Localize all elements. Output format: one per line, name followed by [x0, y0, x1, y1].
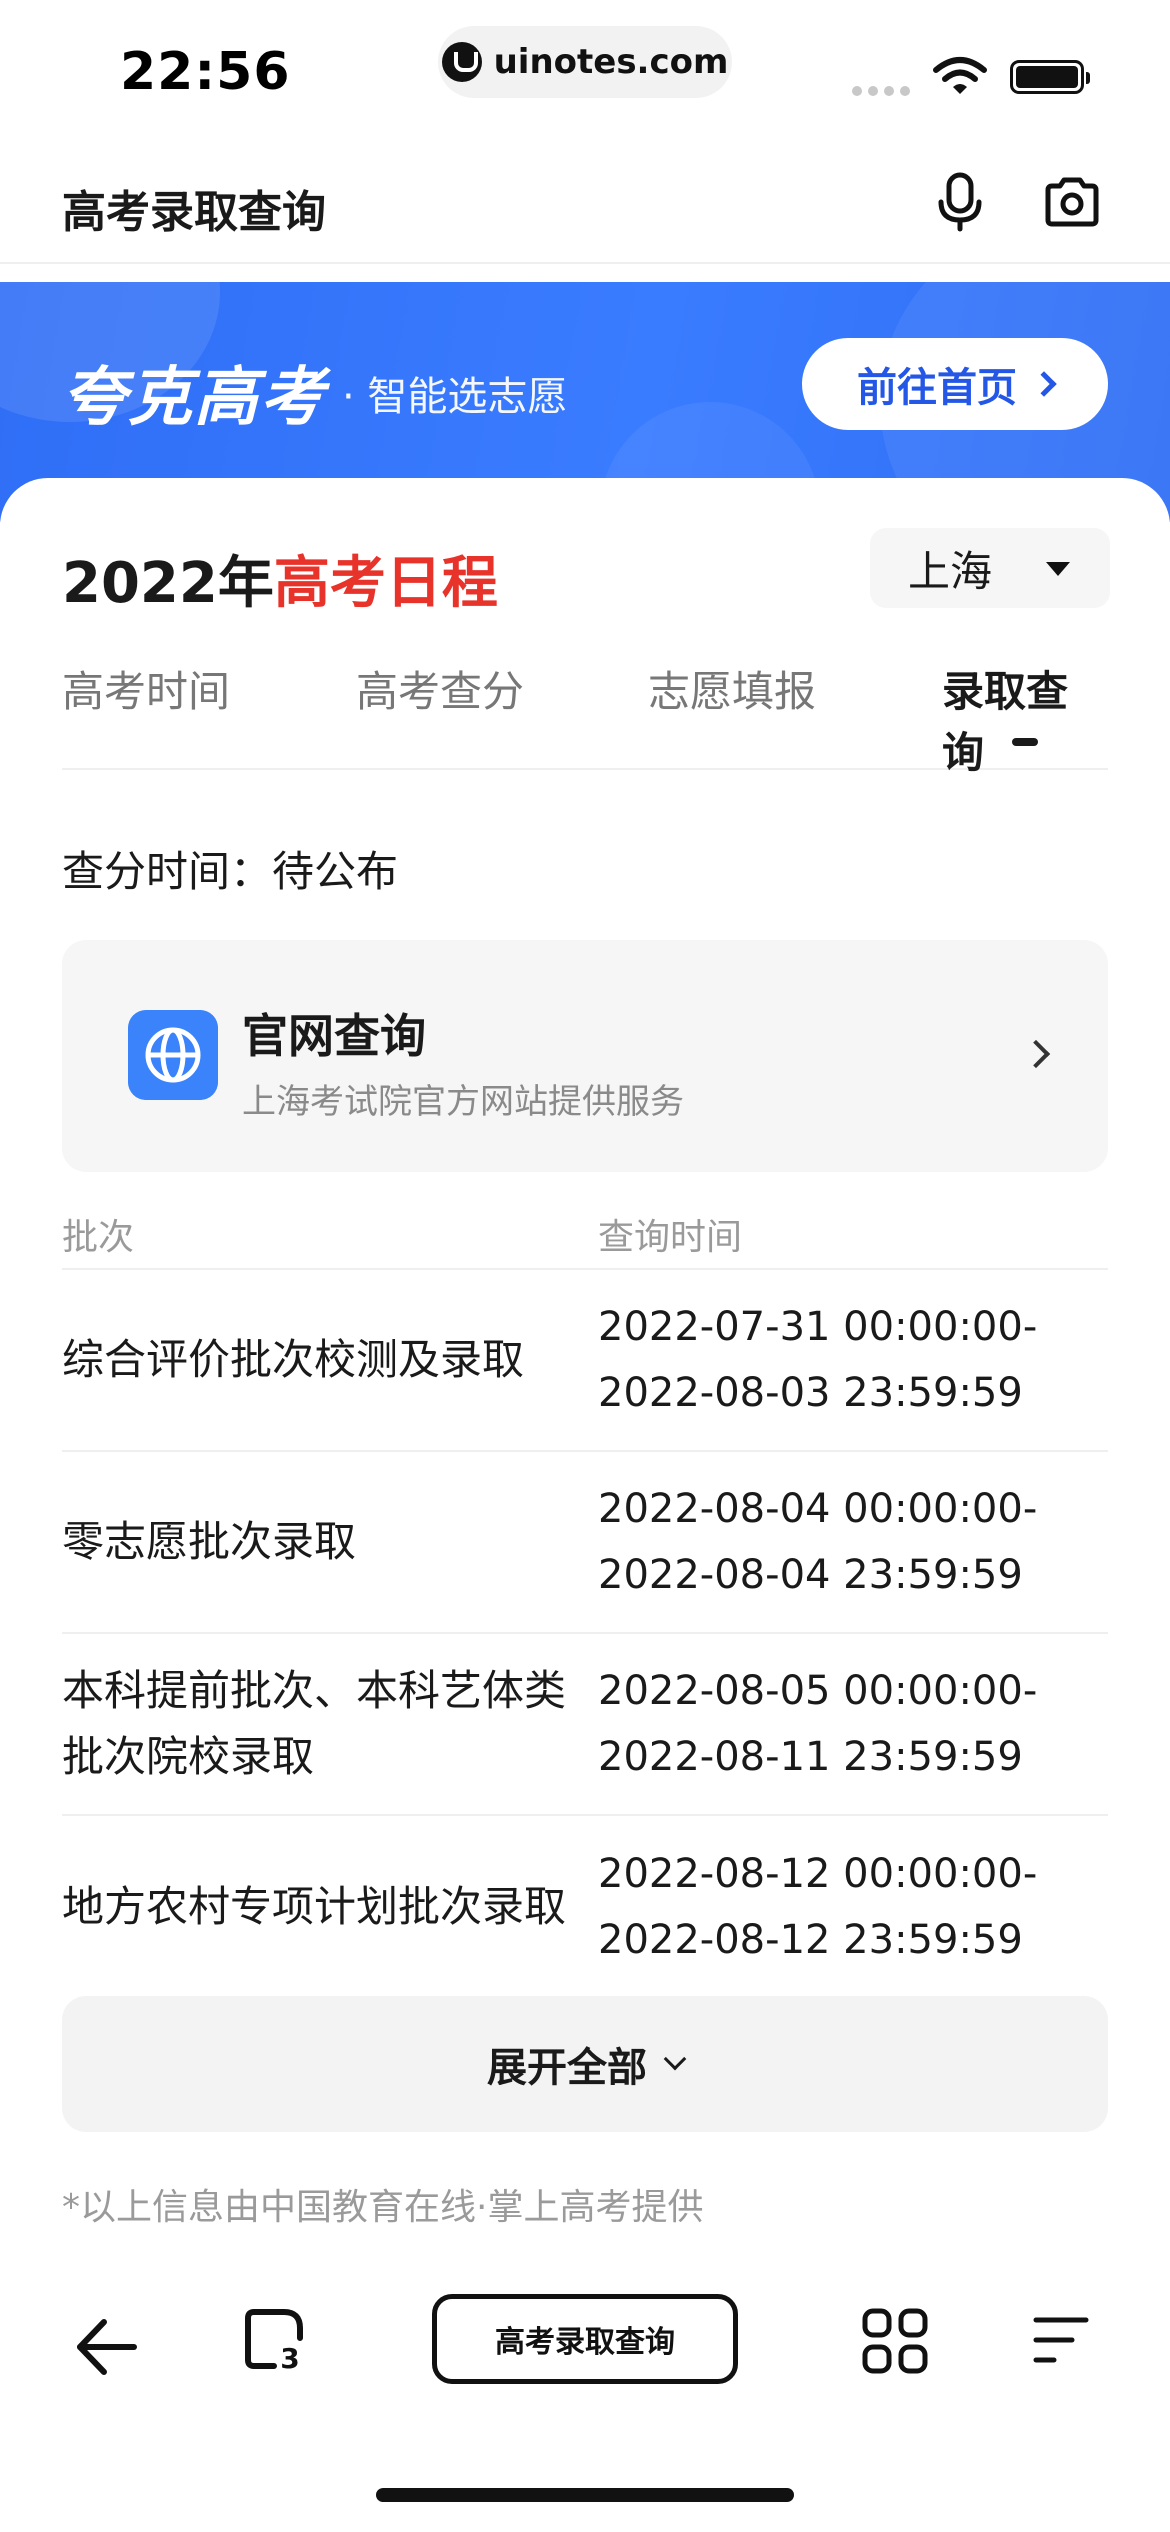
- time-start: 2022-08-04 00:00:00-: [598, 1486, 1038, 1532]
- table-header: 批次 查询时间: [62, 1178, 1108, 1270]
- cellular-signal-icon: [852, 86, 910, 96]
- chevron-right-icon: [1021, 1039, 1051, 1069]
- batch-name: 零志愿批次录取: [62, 1517, 357, 1566]
- wifi-icon: [933, 57, 987, 94]
- expand-all-label: 展开全部: [487, 2045, 647, 2091]
- time-start: 2022-07-31 00:00:00-: [598, 1304, 1038, 1350]
- batch-name: 本科提前批次、本科艺体类批次院校录取: [62, 1666, 567, 1781]
- globe-icon: [128, 1010, 218, 1100]
- schedule-card: 2022年高考日程 上海 高考时间 高考查分 志愿填报 录取查询 查分时间：待公…: [0, 478, 1170, 2258]
- url-text: uinotes.com: [493, 42, 729, 82]
- banner-title: 夸克高考: [62, 361, 326, 435]
- tab-count: 3: [280, 2342, 299, 2372]
- query-time: 2022-07-31 00:00:00- 2022-08-03 23:59:59: [598, 1294, 1108, 1426]
- browser-toolbar: 3 高考录取查询: [0, 2258, 1170, 2532]
- schedule-highlight: 高考日程: [273, 551, 498, 616]
- schedule-tabs: 高考时间 高考查分 志愿填报 录取查询: [62, 658, 1108, 777]
- status-bar: 22:56 uinotes.com: [0, 0, 1170, 140]
- official-query-subtitle: 上海考试院官方网站提供服务: [242, 1082, 684, 1122]
- current-page-label: 高考录取查询: [495, 2325, 675, 2360]
- region-label: 上海: [908, 546, 993, 596]
- batch-name: 地方农村专项计划批次录取: [62, 1882, 567, 1931]
- time-end: 2022-08-04 23:59:59: [598, 1552, 1023, 1598]
- apps-grid-icon[interactable]: [862, 2308, 928, 2374]
- time-start: 2022-08-12 00:00:00-: [598, 1851, 1038, 1897]
- chevron-right-icon: [1031, 371, 1057, 397]
- active-tab-indicator: [1012, 738, 1038, 746]
- header-batch: 批次: [62, 1217, 135, 1258]
- table-row: 本科提前批次、本科艺体类批次院校录取 2022-08-05 00:00:00- 2…: [62, 1634, 1108, 1816]
- score-time-text: 查分时间：待公布: [62, 847, 399, 896]
- expand-all-button[interactable]: 展开全部: [62, 1996, 1108, 2132]
- browser-header: 高考录取查询: [0, 140, 1170, 264]
- query-time: 2022-08-05 00:00:00- 2022-08-11 23:59:59: [598, 1658, 1108, 1790]
- table-row: 综合评价批次校测及录取 2022-07-31 00:00:00- 2022-08-…: [62, 1270, 1108, 1452]
- region-select[interactable]: 上海: [870, 528, 1110, 608]
- time-end: 2022-08-12 23:59:59: [598, 1917, 1023, 1963]
- battery-icon: [1010, 60, 1090, 94]
- go-home-button[interactable]: 前往首页: [802, 338, 1108, 430]
- chevron-down-icon: [663, 2047, 687, 2071]
- time-start: 2022-08-05 00:00:00-: [598, 1668, 1038, 1714]
- tab-score-query[interactable]: 高考查分: [356, 658, 524, 719]
- query-time: 2022-08-12 00:00:00- 2022-08-12 23:59:59: [598, 1841, 1108, 1973]
- tab-gaokao-time[interactable]: 高考时间: [62, 658, 230, 719]
- official-query-title: 官网查询: [242, 1009, 426, 1063]
- banner-subtitle: · 智能选志愿: [342, 374, 568, 420]
- caret-down-icon: [1046, 562, 1070, 576]
- query-time: 2022-08-04 00:00:00- 2022-08-04 23:59:59: [598, 1476, 1108, 1608]
- admission-table: 批次 查询时间 综合评价批次校测及录取 2022-07-31 00:00:00-…: [62, 1178, 1108, 1998]
- time-end: 2022-08-11 23:59:59: [598, 1734, 1023, 1780]
- site-logo-icon: [441, 42, 482, 82]
- time-end: 2022-08-03 23:59:59: [598, 1370, 1023, 1416]
- status-time: 22:56: [120, 42, 291, 102]
- menu-icon[interactable]: [1030, 2312, 1092, 2368]
- tab-application[interactable]: 志愿填报: [648, 658, 816, 719]
- home-indicator: [376, 2488, 794, 2502]
- current-page-button[interactable]: 高考录取查询: [432, 2294, 738, 2384]
- tabs-count-icon[interactable]: 3: [244, 2308, 308, 2372]
- tab-admission-query[interactable]: 录取查询: [942, 658, 1108, 780]
- header-query-time: 查询时间: [598, 1217, 743, 1258]
- back-arrow-icon[interactable]: [72, 2312, 142, 2382]
- camera-icon[interactable]: [1044, 176, 1100, 228]
- schedule-title: 2022年高考日程: [62, 538, 498, 619]
- url-pill[interactable]: uinotes.com: [438, 26, 732, 98]
- table-row: 零志愿批次录取 2022-08-04 00:00:00- 2022-08-04 2…: [62, 1452, 1108, 1634]
- source-footnote: *以上信息由中国教育在线·掌上高考提供: [62, 2187, 704, 2228]
- microphone-icon[interactable]: [936, 172, 984, 232]
- page-title: 高考录取查询: [62, 187, 326, 238]
- schedule-year: 2022年: [62, 551, 274, 616]
- official-query-card[interactable]: 官网查询 上海考试院官方网站提供服务: [62, 940, 1108, 1172]
- table-row: 地方农村专项计划批次录取 2022-08-12 00:00:00- 2022-08…: [62, 1816, 1108, 1998]
- batch-name: 综合评价批次校测及录取: [62, 1335, 525, 1384]
- go-home-label: 前往首页: [857, 365, 1017, 411]
